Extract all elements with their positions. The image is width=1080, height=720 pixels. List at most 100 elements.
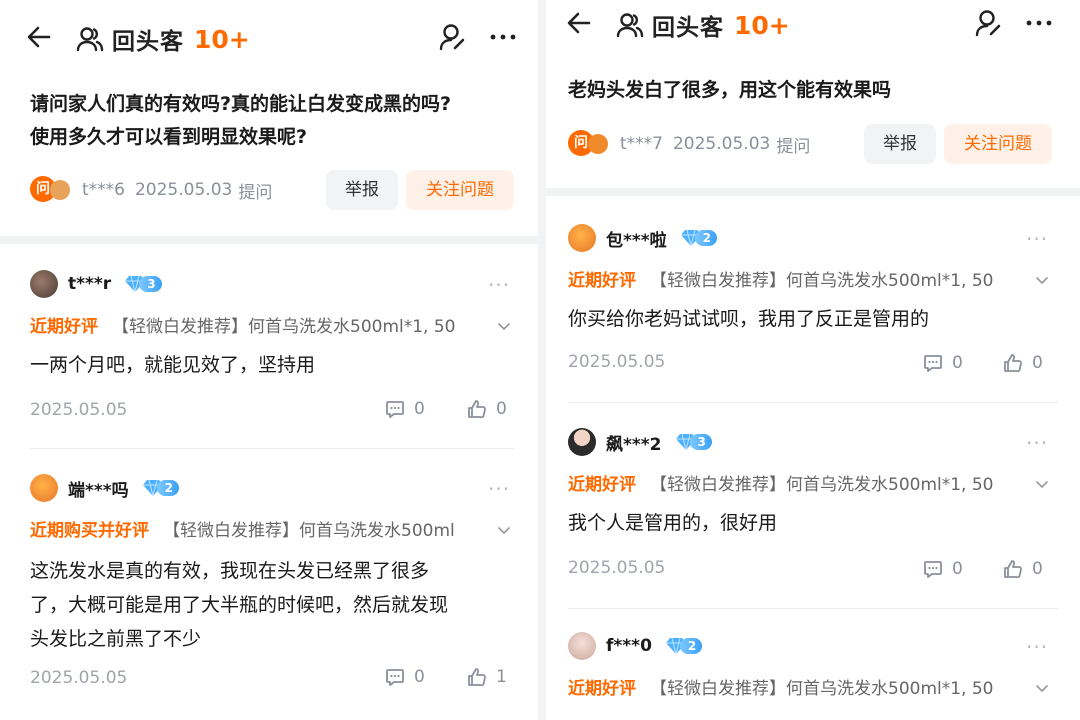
review-tag-row[interactable]: 近期好评 【轻微白发推荐】何首乌洗发水500ml*1, 50 bbox=[568, 470, 1020, 495]
ask-question-icon[interactable] bbox=[438, 22, 468, 52]
product-spec: 【轻微白发推荐】何首乌洗发水500ml*1, 50 bbox=[112, 317, 456, 337]
question-line: 使用多久才可以看到明显效果呢? bbox=[30, 126, 308, 148]
reply-count: 0 bbox=[414, 399, 425, 419]
username: 包***啦 bbox=[606, 230, 667, 251]
level-number: 3 bbox=[139, 276, 162, 292]
reply-count: 0 bbox=[952, 559, 963, 579]
report-button[interactable]: 举报 bbox=[326, 170, 398, 210]
avatar bbox=[30, 270, 58, 298]
comment-icon bbox=[924, 355, 942, 372]
reply-button[interactable]: 0 bbox=[922, 558, 963, 580]
like-button[interactable]: 0 bbox=[1002, 352, 1043, 374]
list-item: 飙***2 3 ··· 近期好评 【轻微白发推荐】何首乌洗发水500ml*1, … bbox=[546, 404, 1080, 609]
divider bbox=[30, 448, 514, 449]
asker-name: t***6 bbox=[82, 180, 125, 200]
level-badge: 2 bbox=[680, 228, 718, 248]
question-date: 2025.05.03 bbox=[134, 180, 233, 200]
like-count: 0 bbox=[496, 399, 507, 419]
comment-user: t***r 3 bbox=[30, 270, 162, 298]
like-button[interactable]: 1 bbox=[466, 666, 507, 688]
chevron-down-icon[interactable] bbox=[496, 318, 512, 334]
reply-count: 0 bbox=[952, 353, 963, 373]
more-icon[interactable]: ··· bbox=[1026, 637, 1048, 657]
chevron-down-icon[interactable] bbox=[1034, 272, 1050, 288]
product-spec: 【轻微白发推荐】何首乌洗发水500ml*1, 50 bbox=[650, 679, 994, 699]
avatar bbox=[568, 428, 596, 456]
question-action: 提问 bbox=[776, 136, 811, 157]
more-icon[interactable]: ··· bbox=[488, 275, 510, 295]
more-icon[interactable] bbox=[1024, 8, 1054, 38]
panel-gutter bbox=[538, 0, 546, 720]
header-title: 回头客 bbox=[112, 29, 184, 55]
review-tag: 近期好评 bbox=[568, 271, 636, 291]
chevron-down-icon[interactable] bbox=[496, 522, 512, 538]
comment-user: 包***啦 2 bbox=[568, 224, 718, 252]
product-spec: 【轻微白发推荐】何首乌洗发水500ml*1, 50 bbox=[650, 271, 994, 291]
reply-button[interactable]: 0 bbox=[384, 398, 425, 420]
review-tag: 近期好评 bbox=[568, 679, 636, 699]
comment-icon bbox=[924, 561, 942, 578]
comment-user: 端***吗 2 bbox=[30, 474, 180, 502]
comment-line: 你买给你老妈试试呗，我用了反正是管用的 bbox=[568, 308, 930, 330]
comment-text: 这洗发水是真的有效，我现在头发已经黑了很多 了，大概可能是用了大半瓶的时候吧，然… bbox=[30, 554, 526, 656]
list-item: f***0 2 ··· 近期好评 【轻微白发推荐】何首乌洗发水500ml*1, … bbox=[546, 610, 1080, 720]
review-tag: 近期购买并好评 bbox=[30, 521, 149, 541]
comment-line: 这洗发水是真的有效，我现在头发已经黑了很多 bbox=[30, 560, 430, 582]
asker-avatar: 问 bbox=[30, 176, 74, 204]
username: 飙***2 bbox=[606, 434, 662, 455]
back-arrow-icon[interactable] bbox=[564, 8, 594, 38]
more-icon[interactable] bbox=[488, 22, 518, 52]
like-button[interactable]: 0 bbox=[1002, 558, 1043, 580]
asker-avatar: 问 bbox=[568, 130, 612, 158]
follow-question-button[interactable]: 关注问题 bbox=[944, 124, 1052, 164]
like-count: 1 bbox=[496, 667, 507, 687]
username: 端***吗 bbox=[68, 480, 129, 501]
like-count: 0 bbox=[1032, 559, 1043, 579]
review-tag-row[interactable]: 近期好评 【轻微白发推荐】何首乌洗发水500ml*1, 50 bbox=[30, 312, 484, 337]
question-text: 请问家人们真的有效吗?真的能让白发变成黑的吗? 使用多久才可以看到明显效果呢? bbox=[30, 88, 520, 154]
list-item: 包***啦 2 ··· 近期好评 【轻微白发推荐】何首乌洗发水500ml*1, … bbox=[546, 196, 1080, 403]
comment-text: 一两个月吧，就能见效了，坚持用 bbox=[30, 348, 520, 382]
level-badge: 3 bbox=[125, 274, 162, 294]
list-item: t***r 3 ··· 近期好评 【轻微白发推荐】何首乌洗发水500ml*1, … bbox=[0, 244, 538, 449]
right-screen: 回头客 10+ 老妈头发白了很多，用这个能有效果吗 问 t***7 2025.0… bbox=[546, 0, 1080, 720]
level-number: 2 bbox=[679, 638, 703, 654]
more-icon[interactable]: ··· bbox=[488, 479, 510, 499]
more-icon[interactable]: ··· bbox=[1026, 229, 1048, 249]
list-item: 端***吗 2 ··· 近期购买并好评 【轻微白发推荐】何首乌洗发水500ml … bbox=[0, 450, 538, 720]
more-icon[interactable]: ··· bbox=[1026, 433, 1048, 453]
users-icon bbox=[616, 13, 644, 38]
like-button[interactable]: 0 bbox=[466, 398, 507, 420]
level-number: 3 bbox=[689, 434, 712, 450]
chevron-down-icon[interactable] bbox=[1034, 680, 1050, 696]
divider bbox=[568, 608, 1058, 609]
reply-count: 0 bbox=[414, 667, 425, 687]
comment-icon bbox=[386, 669, 404, 686]
divider bbox=[568, 402, 1058, 403]
comment-text: 我个人是管用的，很好用 bbox=[568, 506, 1058, 540]
reply-button[interactable]: 0 bbox=[922, 352, 963, 374]
header-count: 10+ bbox=[194, 24, 250, 54]
report-button[interactable]: 举报 bbox=[864, 124, 936, 164]
avatar bbox=[568, 632, 596, 660]
review-tag: 近期好评 bbox=[568, 475, 636, 495]
product-spec: 【轻微白发推荐】何首乌洗发水500ml*1, 50 bbox=[650, 475, 994, 495]
back-arrow-icon[interactable] bbox=[24, 22, 54, 52]
comment-line: 头发比之前黑了不少 bbox=[30, 628, 202, 650]
left-screen: 回头客 10+ 请问家人们真的有效吗?真的能让白发变成黑的吗? 使用多久才可以看… bbox=[0, 0, 538, 720]
reply-button[interactable]: 0 bbox=[384, 666, 425, 688]
follow-question-button[interactable]: 关注问题 bbox=[406, 170, 514, 210]
question-meta: 问 t***6 2025.05.03 提问 bbox=[30, 176, 272, 204]
level-badge: 2 bbox=[142, 478, 180, 498]
product-spec: 【轻微白发推荐】何首乌洗发水500ml bbox=[163, 521, 455, 541]
comment-user: 飙***2 3 bbox=[568, 428, 712, 456]
review-tag-row[interactable]: 近期好评 【轻微白发推荐】何首乌洗发水500ml*1, 50 bbox=[568, 266, 1020, 291]
avatar bbox=[30, 474, 58, 502]
question-line: 老妈头发白了很多，用这个能有效果吗 bbox=[568, 79, 892, 101]
comment-line: 一两个月吧，就能见效了，坚持用 bbox=[30, 354, 316, 376]
ask-question-icon[interactable] bbox=[974, 8, 1004, 38]
chevron-down-icon[interactable] bbox=[1034, 476, 1050, 492]
review-tag-row[interactable]: 近期购买并好评 【轻微白发推荐】何首乌洗发水500ml bbox=[30, 516, 484, 541]
top-bar: 回头客 10+ bbox=[0, 8, 538, 68]
review-tag-row[interactable]: 近期好评 【轻微白发推荐】何首乌洗发水500ml*1, 50 bbox=[568, 674, 1020, 699]
